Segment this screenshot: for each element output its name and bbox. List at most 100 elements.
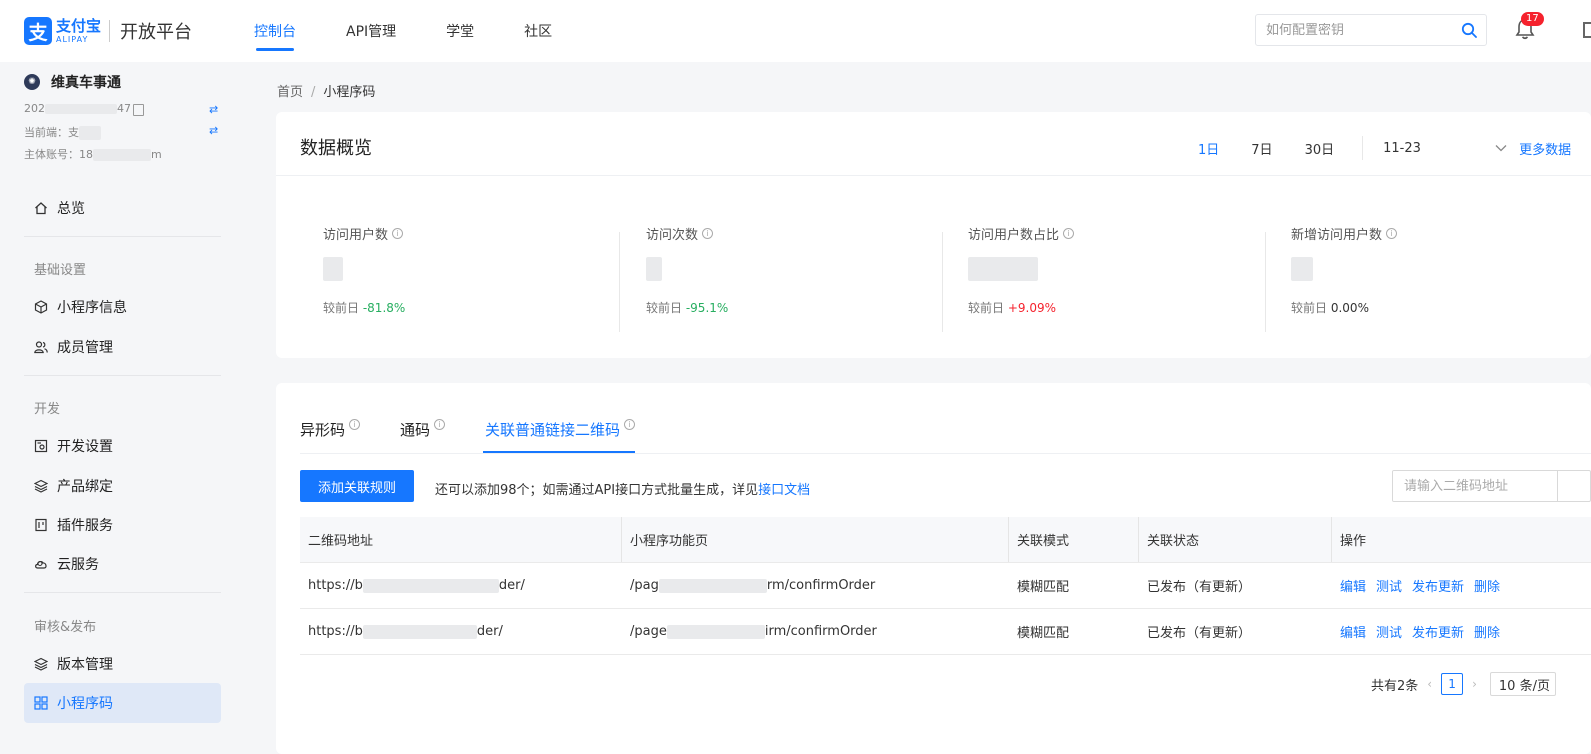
- app-switcher[interactable]: ✺ 维真车事通: [24, 72, 121, 92]
- sidebar-item-label: 总览: [57, 201, 85, 217]
- sidebar-item-dev-settings[interactable]: 开发设置: [24, 426, 221, 466]
- breadcrumb-separator: /: [311, 85, 316, 100]
- col-actions: 操作: [1340, 534, 1367, 549]
- page-number[interactable]: 1: [1441, 673, 1464, 695]
- qrcode-search-input[interactable]: [1393, 471, 1557, 501]
- pagination: 共有2条 ‹ 1 › 10 条/页: [1371, 672, 1556, 696]
- page-size-select[interactable]: 10 条/页: [1489, 672, 1556, 696]
- cell-qrcode-url: https://b der/: [308, 624, 503, 639]
- grid-icon: [34, 696, 48, 710]
- cell-function-page: /pag rm/confirmOrder: [630, 578, 876, 593]
- cloud-icon: [34, 557, 48, 571]
- info-icon[interactable]: i: [1386, 228, 1398, 239]
- search-icon[interactable]: [1557, 471, 1590, 501]
- table-header: 二维码地址 小程序功能页 关联模式 关联状态 操作: [300, 517, 1591, 563]
- stat-value-masked: [646, 257, 946, 283]
- qrcode-card: 异形码 i 通码 i 关联普通链接二维码 i 添加关联规则 还可以添加98个；如需通过…: [276, 383, 1591, 754]
- edit-button[interactable]: 编辑: [1340, 576, 1366, 595]
- info-icon[interactable]: i: [434, 419, 446, 430]
- prev-page-icon[interactable]: ‹: [1427, 677, 1432, 691]
- range-30-days[interactable]: 30日: [1305, 139, 1335, 158]
- sidebar-item-mini-app-code[interactable]: 小程序码: [24, 683, 221, 723]
- logo-text: 支付宝 ALIPAY: [56, 18, 101, 44]
- sidebar-divider: [24, 375, 221, 376]
- api-doc-link[interactable]: 接口文档: [758, 483, 810, 498]
- sidebar-item-plugin-service[interactable]: 插件服务: [24, 505, 221, 545]
- publish-update-button[interactable]: 发布更新: [1412, 622, 1464, 641]
- sidebar-item-version-management[interactable]: 版本管理: [24, 644, 221, 684]
- publish-update-button[interactable]: 发布更新: [1412, 576, 1464, 595]
- stat-visit-users: 访问用户数 i 较前日 -81.8%: [323, 224, 623, 332]
- sidebar-item-product-binding[interactable]: 产品绑定: [24, 466, 221, 506]
- nav-community[interactable]: 社区: [524, 0, 552, 62]
- sidebar-item-mini-app-info[interactable]: 小程序信息: [24, 287, 221, 327]
- stat-label: 访问用户数占比: [968, 228, 1060, 243]
- nav-console[interactable]: 控制台: [254, 0, 296, 62]
- range-7-days[interactable]: 7日: [1251, 139, 1272, 158]
- edit-button[interactable]: 编辑: [1340, 622, 1366, 641]
- current-end-value: 支: [68, 126, 79, 139]
- add-rule-button[interactable]: 添加关联规则: [300, 470, 414, 502]
- sidebar-item-members[interactable]: 成员管理: [24, 327, 221, 367]
- stat-visit-user-ratio: 访问用户数占比 i 较前日 +9.09%: [968, 224, 1268, 332]
- stat-change: -81.8%: [362, 301, 406, 315]
- cell-actions: 编辑 测试 发布更新 删除: [1332, 609, 1591, 654]
- info-icon[interactable]: i: [392, 228, 404, 239]
- layers-icon: [34, 657, 48, 671]
- data-overview-card: 数据概览 1日 7日 30日 11-23 更多数据 访问用户数 i 较前日 -81…: [276, 112, 1591, 358]
- col-status: 关联状态: [1139, 517, 1332, 562]
- tab-universal-code[interactable]: 通码 i: [400, 419, 446, 453]
- test-button[interactable]: 测试: [1376, 576, 1402, 595]
- date-picker[interactable]: 11-23: [1383, 141, 1507, 156]
- app-id-prefix: 202: [24, 102, 45, 115]
- stat-label: 访问用户数: [323, 228, 389, 243]
- tab-linked-qrcode[interactable]: 关联普通链接二维码 i: [483, 419, 636, 453]
- pagination-total: 共有2条: [1371, 678, 1419, 694]
- sidebar-item-label: 成员管理: [57, 340, 113, 356]
- home-icon: [34, 201, 48, 215]
- main-account-label: 主体账号：: [24, 148, 79, 161]
- stat-visit-count: 访问次数 i 较前日 -95.1%: [646, 224, 946, 332]
- main-account-suffix: m: [151, 148, 162, 161]
- test-button[interactable]: 测试: [1376, 622, 1402, 641]
- stat-compare-label: 较前日: [646, 301, 683, 315]
- main-account-prefix: 18: [79, 148, 93, 161]
- sidebar-item-cloud-service[interactable]: 云服务: [24, 544, 221, 584]
- next-page-icon[interactable]: ›: [1472, 677, 1477, 691]
- range-1-day[interactable]: 1日: [1198, 139, 1219, 158]
- card-divider: [276, 175, 1591, 176]
- stat-value-masked: [968, 257, 1268, 283]
- info-icon[interactable]: i: [349, 419, 361, 430]
- delete-button[interactable]: 删除: [1474, 622, 1500, 641]
- sidebar-item-overview[interactable]: 总览: [24, 188, 221, 228]
- search-icon[interactable]: [1452, 22, 1486, 38]
- tab-shaped-code[interactable]: 异形码 i: [300, 419, 361, 453]
- nav-academy[interactable]: 学堂: [446, 0, 474, 62]
- sidebar-divider: [24, 236, 221, 237]
- user-menu-icon[interactable]: [1583, 22, 1591, 38]
- switch-app-icon[interactable]: ⇄: [209, 103, 218, 116]
- add-rule-hint: 还可以添加98个；如需通过API接口方式批量生成，详见接口文档: [435, 479, 810, 498]
- qrcode-tabs: 异形码 i 通码 i 关联普通链接二维码 i: [300, 419, 675, 453]
- cell-qrcode-url: https://b der/: [308, 578, 525, 593]
- info-icon[interactable]: i: [624, 419, 636, 430]
- global-search-input[interactable]: [1266, 22, 1452, 38]
- tab-label: 关联普通链接二维码: [485, 421, 621, 439]
- logo-name-en: ALIPAY: [56, 34, 89, 44]
- tab-label: 通码: [400, 421, 431, 439]
- alipay-logo[interactable]: 支 支付宝 ALIPAY 开放平台: [24, 17, 192, 45]
- breadcrumb-home[interactable]: 首页: [277, 85, 303, 100]
- sidebar: ✺ 维真车事通 202 47 ⇄ 当前端：支 ⇄ 主体账号：18 m 总览 基础设置…: [0, 62, 245, 754]
- delete-button[interactable]: 删除: [1474, 576, 1500, 595]
- col-function-page: 小程序功能页: [622, 517, 1009, 562]
- nav-api-management[interactable]: API管理: [346, 0, 396, 62]
- more-data-link[interactable]: 更多数据: [1519, 139, 1571, 158]
- cell-match-mode: 模糊匹配: [1017, 626, 1070, 641]
- copy-icon[interactable]: [133, 104, 144, 116]
- switch-end-icon[interactable]: ⇄: [209, 124, 218, 137]
- info-icon[interactable]: i: [1063, 228, 1075, 239]
- info-icon[interactable]: i: [702, 228, 714, 239]
- stat-label: 访问次数: [646, 228, 699, 243]
- sidebar-divider: [24, 592, 221, 593]
- sidebar-item-label: 小程序码: [57, 696, 113, 712]
